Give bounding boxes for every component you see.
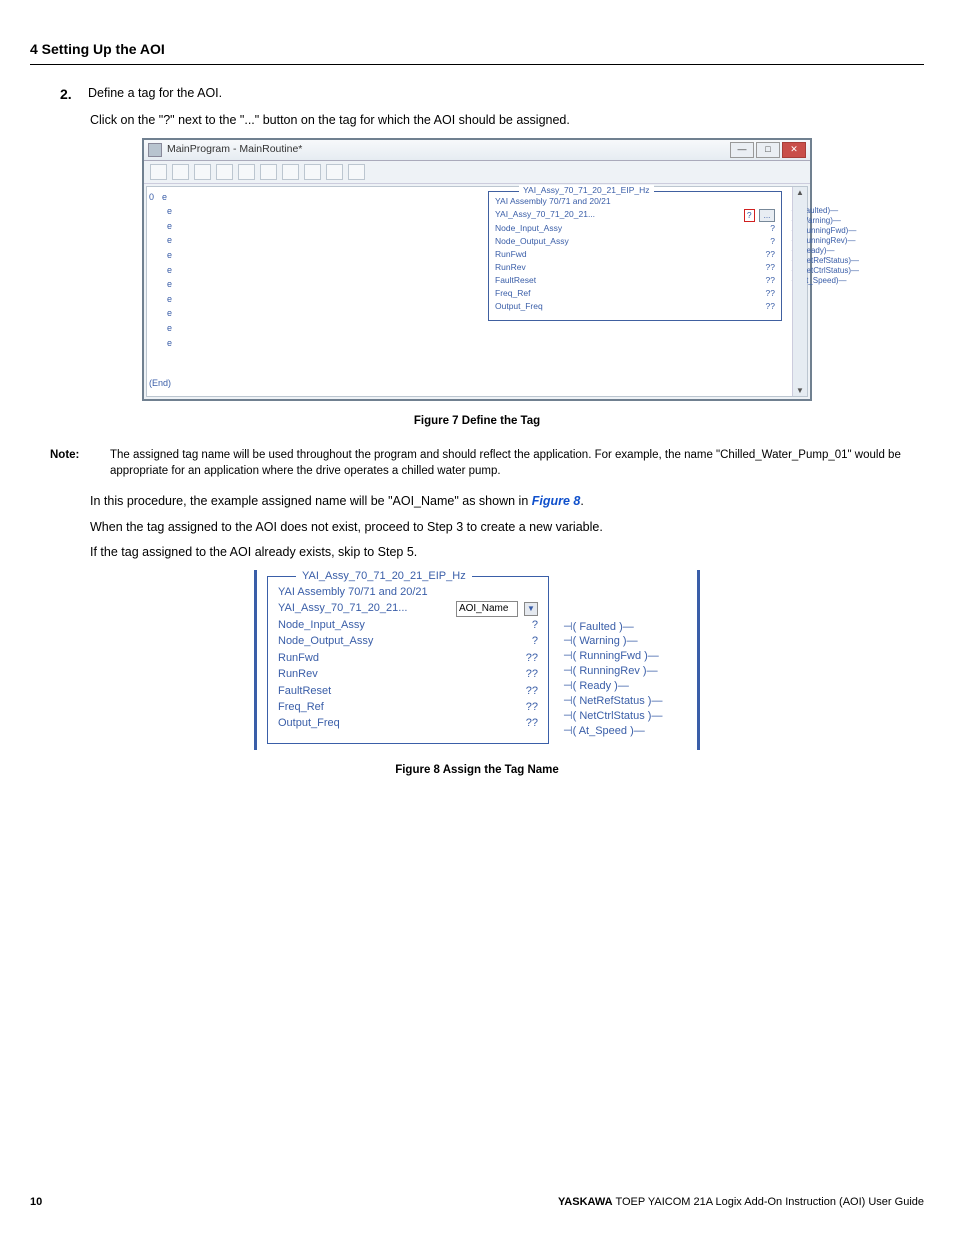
paragraph: When the tag assigned to the AOI does no…	[90, 519, 924, 537]
tool-icon[interactable]	[260, 164, 277, 180]
figure-7-caption: Figure 7 Define the Tag	[30, 413, 924, 429]
tool-icon[interactable]	[282, 164, 299, 180]
step-number: 2.	[60, 85, 78, 105]
scroll-up-icon[interactable]: ▲	[796, 187, 804, 198]
ladder-block-title: YAI_Assy_70_71_20_21_EIP_Hz	[296, 569, 472, 584]
ladder-block: YAI_Assy_70_71_20_21_EIP_Hz YAI Assembly…	[267, 576, 549, 744]
tag-name-input[interactable]: AOI_Name	[456, 601, 518, 617]
step-instruction: Click on the "?" next to the "..." butto…	[90, 112, 924, 130]
maximize-button[interactable]: □	[756, 142, 780, 158]
app-icon	[148, 143, 162, 157]
figure-8-link[interactable]: Figure 8	[532, 494, 581, 508]
note-label: Note:	[50, 447, 110, 479]
figure-8: YAI_Assy_70_71_20_21_EIP_Hz YAI Assembly…	[254, 570, 700, 750]
step-title: Define a tag for the AOI.	[88, 85, 222, 105]
figure-7: MainProgram - MainRoutine* — □ ✕ 0e e	[142, 138, 812, 401]
vertical-scrollbar[interactable]: ▲ ▼	[792, 187, 807, 396]
note-text: The assigned tag name will be used throu…	[110, 447, 924, 479]
window-titlebar: MainProgram - MainRoutine* — □ ✕	[144, 140, 810, 161]
tool-icon[interactable]	[172, 164, 189, 180]
ladder-block-title: YAI_Assy_70_71_20_21_EIP_Hz	[519, 185, 654, 197]
window-title: MainProgram - MainRoutine*	[167, 142, 302, 157]
tag-question-button[interactable]: ?	[744, 209, 755, 223]
minimize-button[interactable]: —	[730, 142, 754, 158]
footer-doc-title: YASKAWA TOEP YAICOM 21A Logix Add-On Ins…	[558, 1195, 924, 1210]
section-header: 4 Setting Up the AOI	[30, 40, 924, 65]
step-2: 2. Define a tag for the AOI.	[60, 85, 924, 105]
page-number: 10	[30, 1195, 42, 1210]
ladder-subtitle: YAI Assembly 70/71 and 20/21	[495, 196, 775, 208]
ladder-outputs: Faulted Warning RunningFwd RunningRev Re…	[563, 620, 662, 739]
paragraph: In this procedure, the example assigned …	[90, 493, 924, 511]
tool-icon[interactable]	[194, 164, 211, 180]
note: Note: The assigned tag name will be used…	[50, 447, 924, 479]
ladder-subtitle: YAI Assembly 70/71 and 20/21	[278, 585, 538, 600]
tool-icon[interactable]	[150, 164, 167, 180]
dropdown-icon[interactable]: ▼	[524, 602, 538, 616]
ladder-block: YAI_Assy_70_71_20_21_EIP_Hz YAI Assembly…	[488, 191, 782, 321]
scroll-down-icon[interactable]: ▼	[796, 385, 804, 396]
page-footer: 10 YASKAWA TOEP YAICOM 21A Logix Add-On …	[30, 1195, 924, 1210]
tool-icon[interactable]	[304, 164, 321, 180]
tool-icon[interactable]	[216, 164, 233, 180]
tool-icon[interactable]	[348, 164, 365, 180]
app-window: MainProgram - MainRoutine* — □ ✕ 0e e	[142, 138, 812, 401]
tag-ellipsis-button[interactable]: ...	[759, 209, 775, 222]
paragraph: If the tag assigned to the AOI already e…	[90, 544, 924, 562]
rung-column: 0e e e e e e e e e e e (End)	[147, 187, 196, 396]
close-button[interactable]: ✕	[782, 142, 806, 158]
figure-8-caption: Figure 8 Assign the Tag Name	[30, 762, 924, 778]
routine-area: 0e e e e e e e e e e e (End) YAI_Assy_70…	[146, 186, 808, 397]
tool-icon[interactable]	[326, 164, 343, 180]
toolbar	[144, 161, 810, 184]
tool-icon[interactable]	[238, 164, 255, 180]
